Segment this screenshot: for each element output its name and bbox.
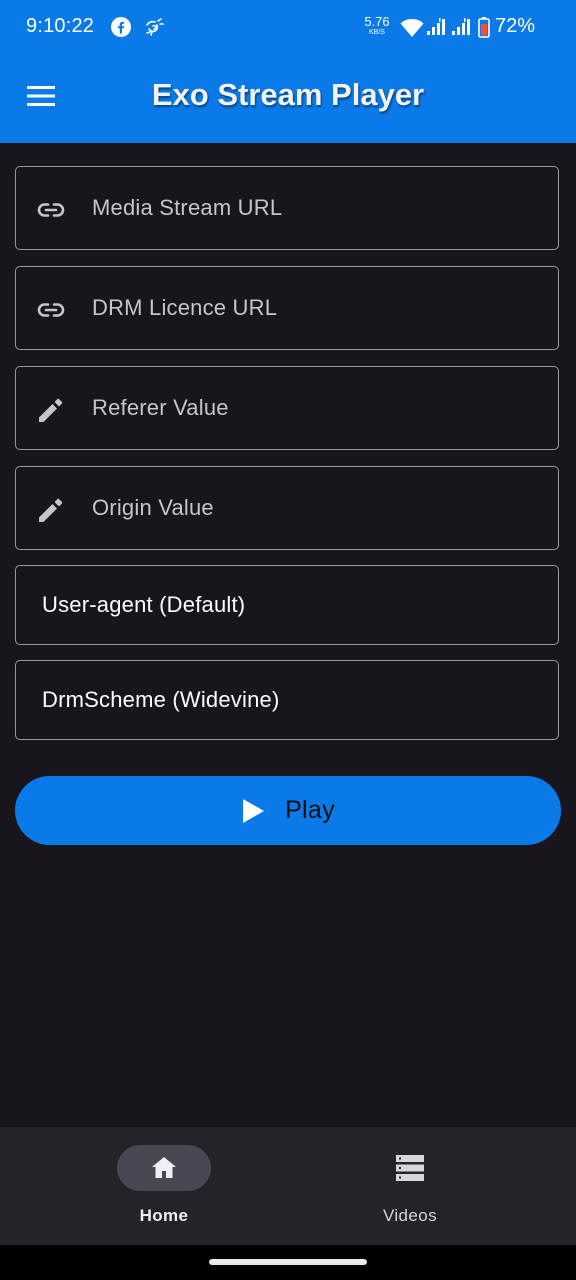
drm-url-placeholder: DRM Licence URL xyxy=(92,295,278,320)
notification-icon xyxy=(146,18,164,36)
battery-icon xyxy=(478,17,490,38)
user-agent-value: User-agent (Default) xyxy=(42,592,246,617)
signal-icon xyxy=(452,18,470,35)
battery-percent: 72% xyxy=(495,15,536,37)
net-speed: 5.76 KB/S xyxy=(362,15,392,36)
app-bar: Exo Stream Player xyxy=(0,55,576,143)
link-icon xyxy=(37,203,65,217)
pencil-icon xyxy=(39,398,63,422)
signal-icon xyxy=(427,18,445,35)
drm-url-input[interactable]: DRM Licence URL xyxy=(15,266,559,350)
gesture-area xyxy=(0,1245,576,1280)
home-gesture-bar[interactable] xyxy=(209,1259,367,1265)
net-speed-unit: KB/S xyxy=(369,29,385,36)
drm-scheme-select[interactable]: DrmScheme (Widevine) xyxy=(15,660,559,740)
drm-scheme-value: DrmScheme (Widevine) xyxy=(42,687,280,712)
nav-item-videos[interactable]: Videos xyxy=(310,1127,510,1245)
nav-label-home: Home xyxy=(139,1206,189,1225)
play-button-label: Play xyxy=(285,796,335,824)
page-title: Exo Stream Player xyxy=(151,77,425,112)
play-button[interactable]: Play xyxy=(15,776,561,845)
origin-placeholder: Origin Value xyxy=(92,495,214,520)
home-icon xyxy=(152,1157,176,1178)
screen: 9:10:22 5.76 KB/S 72% Exo Stream Player … xyxy=(0,0,576,1280)
net-speed-value: 5.76 xyxy=(364,14,390,29)
status-bar: 9:10:22 5.76 KB/S 72% xyxy=(0,0,576,55)
facebook-icon xyxy=(111,17,131,37)
pencil-icon xyxy=(39,498,63,522)
bottom-navigation: Home Videos xyxy=(0,1127,576,1245)
nav-label-videos: Videos xyxy=(382,1206,438,1225)
wifi-icon xyxy=(400,19,424,37)
media-url-input[interactable]: Media Stream URL xyxy=(15,166,559,250)
status-time: 9:10:22 xyxy=(26,15,95,37)
nav-item-home[interactable]: Home xyxy=(64,1127,264,1245)
link-icon xyxy=(37,303,65,317)
user-agent-select[interactable]: User-agent (Default) xyxy=(15,565,559,645)
list-icon xyxy=(396,1155,424,1181)
referer-input[interactable]: Referer Value xyxy=(15,366,559,450)
origin-input[interactable]: Origin Value xyxy=(15,466,559,550)
media-url-placeholder: Media Stream URL xyxy=(92,195,283,220)
referer-placeholder: Referer Value xyxy=(92,395,229,420)
play-icon xyxy=(243,798,265,823)
